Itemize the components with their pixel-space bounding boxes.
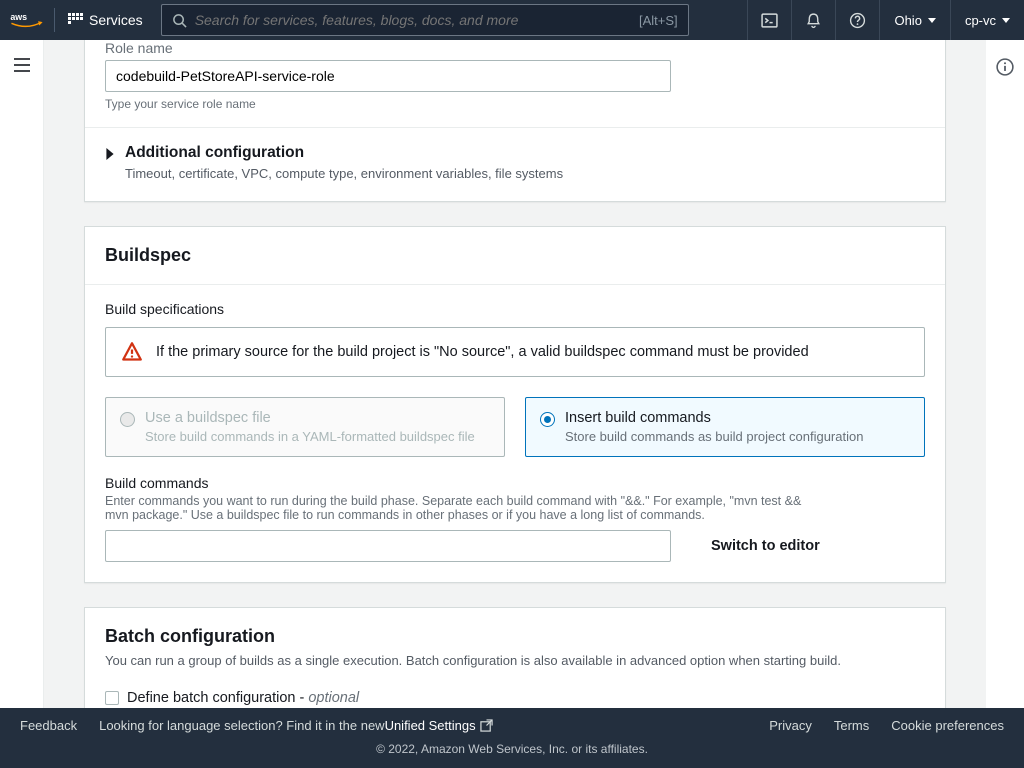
external-link-icon	[480, 719, 493, 732]
global-nav: aws Services [Alt+S] Ohio	[0, 0, 1024, 40]
info-panel-toggle	[986, 40, 1024, 82]
tile-file-title: Use a buildspec file	[145, 410, 475, 426]
footer: Feedback Looking for language selection?…	[0, 708, 1024, 768]
account-menu[interactable]: cp-vc	[950, 0, 1024, 40]
hamburger-icon	[14, 58, 30, 72]
divider	[85, 127, 945, 128]
batch-config-subtitle: You can run a group of builds as a singl…	[105, 653, 925, 668]
unified-settings-text: Unified Settings	[385, 718, 476, 733]
caret-down-icon	[1002, 18, 1010, 23]
batch-define-row[interactable]: Define batch configuration - optional	[105, 682, 925, 706]
buildspec-panel: Buildspec Build specifications If the pr…	[84, 226, 946, 583]
help-icon	[849, 12, 866, 29]
additional-config-title: Additional configuration	[125, 144, 563, 162]
batch-config-heading: Batch configuration	[105, 626, 925, 647]
terms-link[interactable]: Terms	[834, 718, 869, 733]
search-box[interactable]: [Alt+S]	[161, 4, 689, 36]
main-scroll-area[interactable]: Role name Type your service role name Ad…	[44, 40, 986, 708]
services-label: Services	[89, 12, 143, 28]
global-search: [Alt+S]	[155, 1, 695, 39]
tile-file-desc: Store build commands in a YAML-formatted…	[145, 429, 475, 444]
lang-prompt: Looking for language selection? Find it …	[99, 718, 384, 733]
switch-to-editor-link[interactable]: Switch to editor	[711, 538, 820, 554]
unified-settings-link[interactable]: Unified Settings	[385, 718, 493, 733]
services-menu-button[interactable]: Services	[55, 0, 155, 40]
buildspec-warning: If the primary source for the build proj…	[105, 327, 925, 377]
batch-checkbox[interactable]	[105, 691, 119, 705]
buildspec-heading: Buildspec	[105, 245, 925, 266]
build-commands-label: Build commands	[105, 475, 925, 491]
region-selector[interactable]: Ohio	[879, 0, 949, 40]
batch-optional-text: optional	[308, 690, 359, 706]
tile-insert-build-commands[interactable]: Insert build commands Store build comman…	[525, 397, 925, 457]
search-icon	[172, 13, 187, 28]
batch-label-text: Define batch configuration -	[127, 690, 308, 706]
nav-right: Ohio cp-vc	[747, 0, 1024, 40]
caret-down-icon	[928, 18, 936, 23]
cloudshell-icon	[761, 12, 778, 29]
tile-cmd-title: Insert build commands	[565, 410, 863, 426]
role-name-input[interactable]	[105, 60, 671, 92]
batch-config-panel: Batch configuration You can run a group …	[84, 607, 946, 708]
info-icon[interactable]	[996, 58, 1014, 76]
search-input[interactable]	[195, 12, 639, 28]
feedback-link[interactable]: Feedback	[20, 718, 77, 733]
buildspec-header: Buildspec	[85, 227, 945, 285]
additional-config-toggle[interactable]: Additional configuration Timeout, certif…	[105, 144, 925, 181]
build-commands-input[interactable]	[105, 530, 671, 562]
tile-cmd-desc: Store build commands as build project co…	[565, 429, 863, 444]
build-commands-row: Switch to editor	[105, 530, 925, 562]
environment-panel: Role name Type your service role name Ad…	[84, 40, 946, 202]
warning-icon	[122, 342, 142, 362]
svg-text:aws: aws	[10, 12, 27, 22]
cloudshell-button[interactable]	[747, 0, 791, 40]
caret-right-icon	[105, 148, 115, 160]
build-commands-help: Enter commands you want to run during th…	[105, 494, 825, 522]
role-name-label: Role name	[105, 40, 925, 56]
privacy-link[interactable]: Privacy	[769, 718, 812, 733]
copyright: © 2022, Amazon Web Services, Inc. or its…	[0, 742, 1024, 756]
grid-icon	[67, 12, 83, 28]
tile-use-buildspec-file: Use a buildspec file Store build command…	[105, 397, 505, 457]
notifications-button[interactable]	[791, 0, 835, 40]
help-button[interactable]	[835, 0, 879, 40]
build-spec-label: Build specifications	[105, 301, 925, 317]
sidebar-toggle-bar	[0, 40, 44, 708]
bell-icon	[805, 12, 822, 29]
aws-logo[interactable]: aws	[0, 10, 54, 30]
buildspec-tiles: Use a buildspec file Store build command…	[105, 397, 925, 457]
radio-icon	[120, 412, 135, 427]
radio-icon	[540, 412, 555, 427]
role-name-helper: Type your service role name	[105, 97, 925, 111]
account-label: cp-vc	[965, 13, 996, 28]
batch-checkbox-label: Define batch configuration - optional	[127, 690, 359, 706]
cookie-preferences-link[interactable]: Cookie preferences	[891, 718, 1004, 733]
region-label: Ohio	[894, 13, 921, 28]
search-shortcut-label: [Alt+S]	[639, 13, 678, 28]
buildspec-warning-text: If the primary source for the build proj…	[156, 344, 809, 360]
sidebar-toggle-button[interactable]	[14, 58, 30, 708]
additional-config-subtitle: Timeout, certificate, VPC, compute type,…	[125, 166, 563, 181]
